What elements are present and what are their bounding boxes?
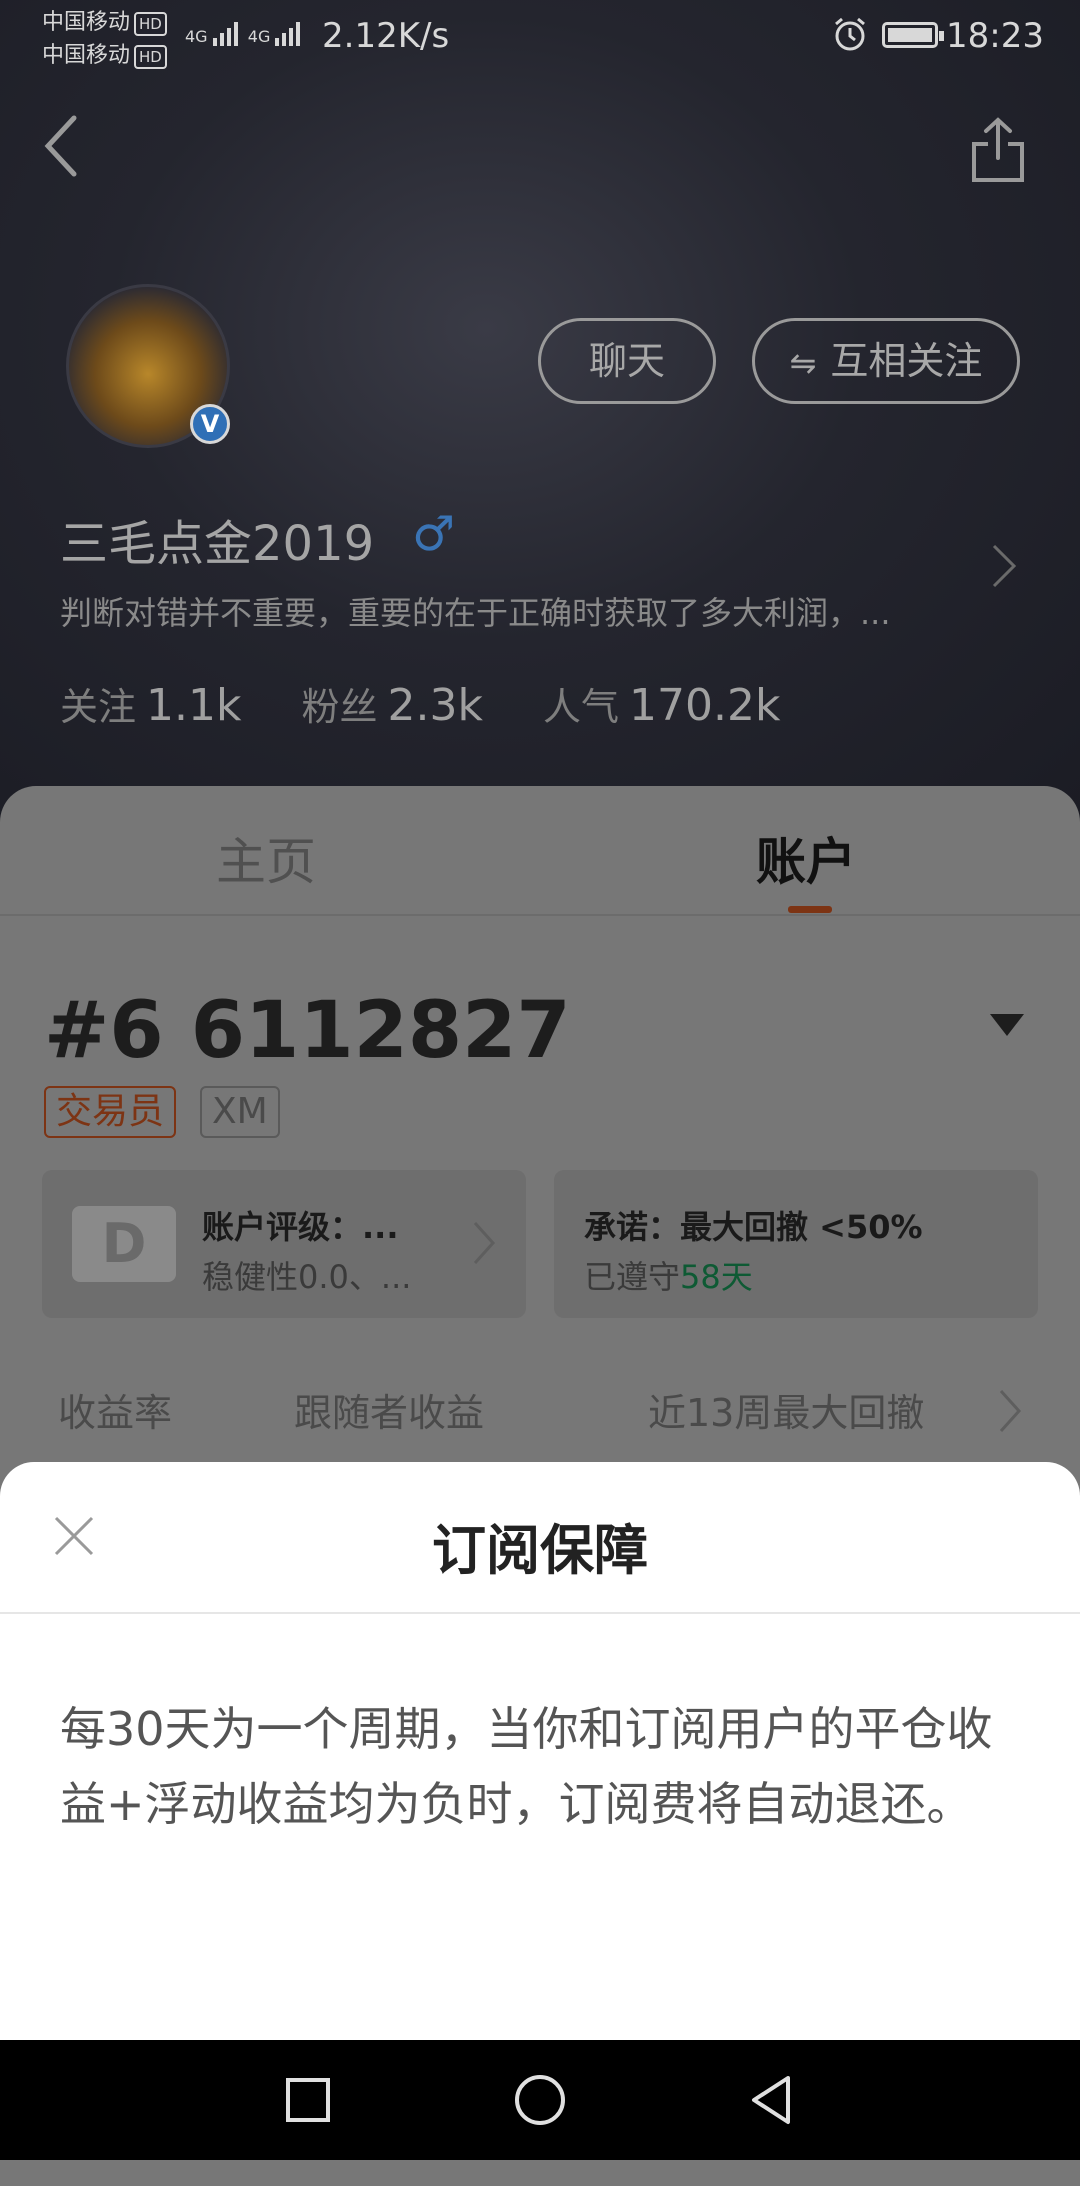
fans-label: 粉丝 (301, 685, 378, 729)
chevron-right-icon (472, 1220, 496, 1266)
mutual-follow-button[interactable]: ⇋ 互相关注 (752, 318, 1020, 404)
recent-apps-button[interactable] (278, 2070, 338, 2130)
following-value: 1.1k (146, 680, 242, 731)
network-type: 4G (185, 27, 208, 46)
tab-bar: 主页 账户 (0, 786, 1080, 916)
max-drawdown-label: 近13周最大回撤 (648, 1391, 925, 1435)
following-stat[interactable]: 关注 1.1k (60, 680, 241, 731)
fans-value: 2.3k (387, 680, 483, 731)
popularity-label: 人气 (542, 685, 619, 729)
subscription-guarantee-sheet: 订阅保障 每30天为一个周期，当你和订阅用户的平仓收益+浮动收益均为负时，订阅费… (0, 1462, 1080, 2040)
status-bar: 中国移动 HD 中国移动 HD 4G 4G 2.12K/s 18:23 (0, 0, 1080, 72)
verified-badge-icon: V (190, 404, 230, 444)
follow-button-label: 互相关注 (830, 339, 983, 383)
promise-prefix: 已遵守 (584, 1258, 681, 1296)
carrier-1: 中国移动 (42, 10, 131, 35)
circle-icon (515, 2075, 565, 2125)
tab-account[interactable]: 账户 (756, 822, 856, 894)
network-type: 4G (247, 27, 271, 46)
follower-profit-label: 跟随者收益 (294, 1391, 485, 1435)
account-rating-box[interactable]: D 账户评级：... 稳健性0.0、... (42, 1170, 526, 1318)
home-button[interactable] (510, 2070, 570, 2130)
rating-title: 账户评级：... (202, 1208, 399, 1246)
sheet-body-text: 每30天为一个周期，当你和订阅用户的平仓收益+浮动收益均为负时，订阅费将自动退还… (60, 1702, 993, 1831)
dropdown-triangle-icon[interactable] (988, 1012, 1026, 1038)
popularity-stat: 人气 170.2k (543, 680, 780, 731)
back-button[interactable] (40, 112, 80, 180)
triangle-back-icon (752, 2076, 790, 2124)
divider (0, 1612, 1080, 1614)
fans-stat[interactable]: 粉丝 2.3k (301, 680, 482, 731)
trader-tag: 交易员 (44, 1086, 177, 1138)
account-number: #6 6112827 (44, 986, 571, 1076)
male-gender-icon: ♂ (412, 506, 456, 562)
return-rate-label: 收益率 (58, 1391, 173, 1435)
profile-stats: 关注 1.1k 粉丝 2.3k 人气 170.2k (60, 676, 826, 731)
sheet-title: 订阅保障 (432, 1519, 648, 1582)
back-nav-button[interactable] (742, 2070, 802, 2130)
following-label: 关注 (60, 685, 137, 729)
chat-button-label: 聊天 (588, 339, 665, 383)
square-icon (286, 2078, 330, 2122)
promise-days: 58天 (680, 1258, 753, 1296)
rating-subtitle: 稳健性0.0、... (202, 1258, 412, 1296)
share-button[interactable] (968, 116, 1028, 184)
swap-arrows-icon: ⇋ (789, 344, 817, 382)
carrier-2: 中国移动 (42, 43, 131, 68)
promise-title: 承诺：最大回撤 <50% (584, 1208, 923, 1246)
rating-grade-badge: D (72, 1206, 176, 1282)
hd-badge: HD (134, 12, 167, 36)
battery-icon (882, 22, 944, 48)
username: 三毛点金2019 (60, 516, 375, 572)
popularity-value: 170.2k (628, 680, 781, 731)
carrier-info: 中国移动 HD 中国移动 HD (42, 6, 167, 72)
active-tab-indicator (788, 906, 832, 913)
chevron-right-icon[interactable] (998, 1388, 1022, 1434)
drawdown-promise-box: 承诺：最大回撤 <50% 已遵守58天 (554, 1170, 1038, 1318)
clock: 18:23 (946, 16, 1044, 56)
share-icon (972, 117, 1024, 182)
back-arrow-icon (44, 115, 77, 177)
promise-subtitle: 已遵守58天 (584, 1252, 753, 1298)
signal-icon: 4G 4G (185, 20, 305, 46)
system-nav-bar (0, 2040, 1080, 2160)
chat-button[interactable]: 聊天 (538, 318, 716, 404)
tab-home[interactable]: 主页 (216, 822, 316, 894)
network-speed: 2.12K/s (322, 16, 450, 56)
chevron-right-icon[interactable] (990, 542, 1018, 590)
broker-tag: XM (200, 1086, 280, 1138)
profile-bio[interactable]: 判断对错并不重要，重要的在于正确时获取了多大利润，... (60, 588, 960, 634)
alarm-icon (832, 16, 868, 61)
hd-badge: HD (134, 45, 167, 69)
